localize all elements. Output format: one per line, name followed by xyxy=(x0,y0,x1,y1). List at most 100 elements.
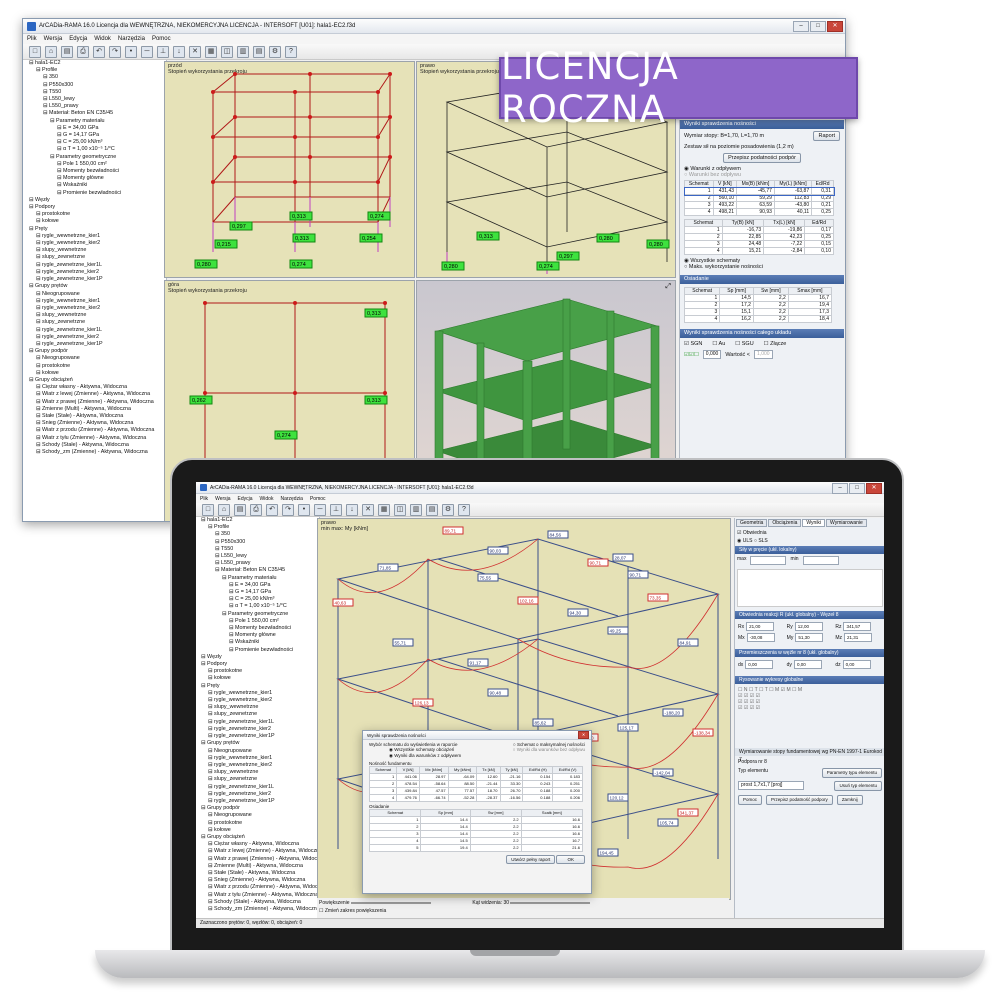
table-row[interactable]: 4 479.76 -66.74 -52.28 -28.37 -16.56 0.188 0.20… xyxy=(368,794,583,802)
tree-item[interactable]: ⊟ Promienie bezwładności xyxy=(201,647,319,654)
opt4-radio[interactable]: ○ Wyniki dla warunków bez odpływu xyxy=(513,747,585,753)
tree-item[interactable]: ⊟ L550_prawy xyxy=(201,560,319,567)
przepisz-button[interactable]: Przepisz podatności podpór xyxy=(723,153,801,163)
dialog-close-button[interactable]: ✕ xyxy=(578,731,589,739)
column-header[interactable]: My [kNm] xyxy=(447,766,478,774)
support-icon[interactable]: ⊥ xyxy=(157,45,169,58)
tree-item[interactable]: ⊟ Nieogrupowane xyxy=(201,812,319,819)
table-row[interactable]: 4 14.5 2.2 16.7 xyxy=(368,837,584,845)
tree-item[interactable]: ⊟ slupy_zewnetrzne xyxy=(201,711,319,718)
tree-item[interactable]: ⊟ kołowe xyxy=(201,675,319,682)
zamknij-button[interactable]: Zamknij xyxy=(836,795,863,805)
column-header[interactable]: Mx [kNm] xyxy=(418,766,449,774)
table-row[interactable]: 3 439.84 47.57 77.57 18.70 26.70 0.188 0.200 xyxy=(368,787,583,795)
tab-3[interactable]: Wymiarowanie xyxy=(826,519,867,527)
tree-item[interactable]: ⊟ rygle_zewnetrzne_kier1L xyxy=(201,719,319,726)
maximize-button[interactable]: □ xyxy=(849,483,865,494)
sls-radio[interactable]: ○ SLS xyxy=(754,538,768,544)
value-field[interactable]: 12,00 xyxy=(794,622,823,631)
grid-icon[interactable]: ▦ xyxy=(378,503,390,516)
file-icon[interactable]: □ xyxy=(29,45,41,58)
tree-item[interactable]: ⊟ slupy_wewnetrzne xyxy=(201,704,319,711)
tree-item[interactable]: ⊟ Wiatr z prawej (Zmienne) - Aktywna, Wi… xyxy=(201,856,319,863)
column-header[interactable]: Smax [mm] xyxy=(787,287,833,295)
tree-item[interactable]: ⊟ prostokotne xyxy=(201,820,319,827)
tree-item[interactable]: ⊟ rygle_wewnetrzne_kier2 xyxy=(201,762,319,769)
raport-button[interactable]: Raport xyxy=(813,131,840,141)
tree-item[interactable]: ⊟ Węzły xyxy=(29,197,166,204)
zmien-checkbox[interactable]: ☐ Zmień zakres powiększenia xyxy=(317,908,729,914)
column-header[interactable]: Ed/Rd (V) xyxy=(552,766,583,774)
value-field[interactable]: 0,00 xyxy=(842,660,871,669)
column-header[interactable]: Ty(B) [kN] xyxy=(721,219,765,227)
tab-0[interactable]: Geometria xyxy=(736,519,768,527)
tree-item[interactable]: ⊟ Wskaźniki xyxy=(29,182,166,189)
tree-item[interactable]: ⊟ kołowe xyxy=(29,370,166,377)
tree-item[interactable]: ⊟ G = 14,17 GPa xyxy=(201,589,319,596)
tree-item[interactable]: ⊟ rygle_wewnetrzne_kier1 xyxy=(201,755,319,762)
osiadanie-table[interactable]: Schemat Sp [mm] Sw [mm] Smax [mm] 1 14,5 2,2 16… xyxy=(683,287,833,323)
tree-item[interactable]: ⊟ Schody (Stałe) - Aktywna, Widoczna xyxy=(201,899,319,906)
tree-item[interactable]: ⊟ Ciężar własny - Aktywna, Widoczna xyxy=(201,841,319,848)
column-header[interactable]: Tx [kN] xyxy=(476,766,501,774)
tree-item[interactable]: ⊟ rygle_zewnetrzne_kier1L xyxy=(29,327,166,334)
max-field[interactable] xyxy=(750,556,787,565)
menu-item[interactable]: Widok xyxy=(94,36,111,42)
table-row[interactable]: 3 493,22 63,59 -43,80 0,21 xyxy=(684,201,834,209)
column-header[interactable]: V [kN] xyxy=(712,180,738,188)
tree-item[interactable]: ⊟ Promienie bezwładności xyxy=(29,190,166,197)
value-field[interactable]: 341,57 xyxy=(843,622,872,631)
tree-item[interactable]: ⊟ Momenty bezwładności xyxy=(201,625,319,632)
tree-item[interactable]: ⊟ Schody (Stałe) - Aktywna, Widoczna xyxy=(29,442,166,449)
uls-radio[interactable]: ◉ ULS xyxy=(737,538,753,544)
node-icon[interactable]: • xyxy=(125,45,137,58)
column-header[interactable]: Ed/Rd xyxy=(804,219,834,227)
ok-button[interactable]: OK xyxy=(556,855,585,864)
table-row[interactable]: 3 15,1 2,2 17,3 xyxy=(683,308,833,316)
tree-item[interactable]: ⊟ Parametry materiału xyxy=(29,118,166,125)
tree-item[interactable]: ⊟ rygle_zewnetrzne_kier2 xyxy=(29,269,166,276)
tree-item[interactable]: ⊟ Grupy podpór xyxy=(201,805,319,812)
menu-item[interactable]: Pomoc xyxy=(310,496,326,502)
tree-item[interactable]: ⊟ Pręty xyxy=(201,683,319,690)
column-header[interactable]: Schemat xyxy=(684,219,723,227)
tree-item[interactable]: ⊟ rygle_zewnetrzne_kier1P xyxy=(29,276,166,283)
column-header[interactable]: V [kN] xyxy=(396,766,420,774)
tree-item[interactable]: ⊟ Stałe (Stałe) - Aktywna, Widoczna xyxy=(29,413,166,420)
tree-item[interactable]: ⊟ 350 xyxy=(201,531,319,538)
menu-item[interactable]: Pomoc xyxy=(152,36,171,42)
value-field[interactable]: 0,00 xyxy=(745,660,774,669)
redo-icon[interactable]: ↷ xyxy=(109,45,121,58)
menu-item[interactable]: Narzędzia xyxy=(280,496,303,502)
menu-item[interactable]: Edycja xyxy=(69,36,87,42)
tree-item[interactable]: ⊟ Wiatr z tyłu (Zmienne) - Aktywna, Wido… xyxy=(29,435,166,442)
tree-item[interactable]: ⊟ Podpory xyxy=(29,204,166,211)
tree-item[interactable]: ⊟ Schody_zm (Zmienne) - Aktywna, Widoczn… xyxy=(29,449,166,456)
obwiednia-checkbox[interactable]: ☑ Obwiednia xyxy=(737,530,767,536)
view-icon[interactable]: ◫ xyxy=(221,45,233,58)
load-icon[interactable]: ↓ xyxy=(173,45,185,58)
menu-item[interactable]: Widok xyxy=(260,496,274,502)
min-field[interactable] xyxy=(802,556,839,565)
tree-item[interactable]: ⊟ Wiatr z tyłu (Zmienne) - Aktywna, Wido… xyxy=(201,892,319,899)
tree-item[interactable]: ⊟ L550_prawy xyxy=(29,103,166,110)
tree-item[interactable]: ⊟ Pręty xyxy=(29,226,166,233)
tab-1[interactable]: Obciążenia xyxy=(768,519,802,527)
tree-item[interactable]: ⊟ Pole 1 550,00 cm² xyxy=(201,618,319,625)
table-row[interactable]: 2 22,85 42,23 0,25 xyxy=(684,233,834,241)
back-project-tree[interactable]: ⊟ hala1-EC2 ⊟ Profile ⊟ 350 ⊟ P550x300 ⊟ T55… xyxy=(23,60,167,521)
tree-item[interactable]: ⊟ Grupy obciążeń xyxy=(201,834,319,841)
column-header[interactable]: Scałk [mm] xyxy=(520,809,584,817)
table-row[interactable]: 1 -16,73 -19,86 0,17 xyxy=(684,226,834,234)
tree-item[interactable]: ⊟ Wiatr z przodu (Zmienne) - Aktywna, Wi… xyxy=(29,427,166,434)
help-icon[interactable]: ? xyxy=(285,45,297,58)
view-icon[interactable]: ◫ xyxy=(394,503,406,516)
tree-item[interactable]: ⊟ Pole 1 550,00 cm² xyxy=(29,161,166,168)
table-row[interactable]: 3 14.4 2.2 16.6 xyxy=(368,830,584,838)
typ-select[interactable]: prost 1,7x1,7 [proj] xyxy=(738,781,804,790)
value-field[interactable]: 51,30 xyxy=(795,633,824,642)
table-row[interactable]: 1 431,43 -45,77 -63,87 0,31 xyxy=(683,186,835,196)
undo-icon[interactable]: ↶ xyxy=(93,45,105,58)
report-icon[interactable]: ▤ xyxy=(426,503,438,516)
tree-item[interactable]: ⊟ hala1-EC2 xyxy=(29,60,166,67)
